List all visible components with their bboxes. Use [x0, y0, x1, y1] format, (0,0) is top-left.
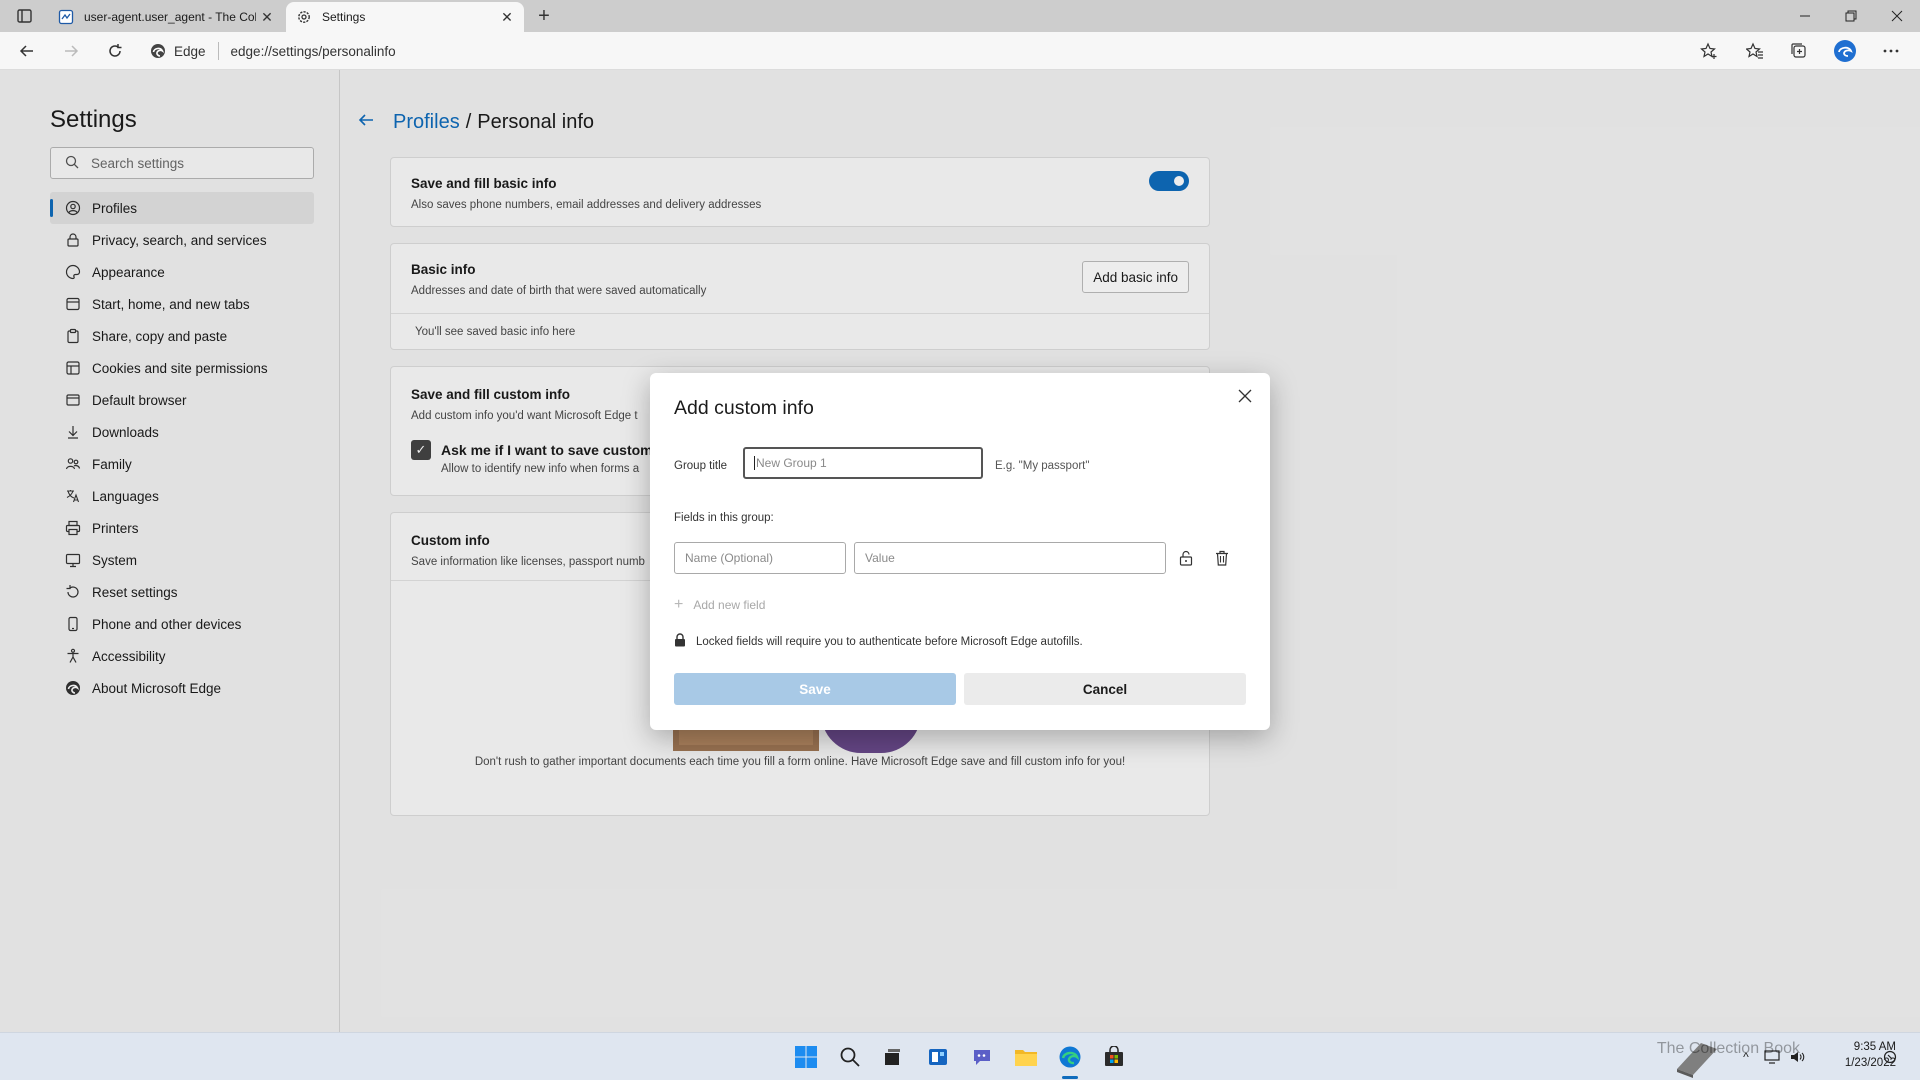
task-view-icon[interactable] [878, 1043, 906, 1071]
edge-taskbar-icon[interactable] [1056, 1043, 1084, 1071]
field-name-input[interactable]: Name (Optional) [674, 542, 846, 574]
favorites-icon[interactable] [1740, 37, 1770, 65]
close-tab-icon[interactable]: ✕ [256, 6, 278, 28]
document-favicon-icon [58, 9, 74, 25]
dialog-title: Add custom info [674, 397, 814, 419]
gear-favicon-icon [296, 9, 312, 25]
notifications-icon[interactable] [1880, 1047, 1900, 1067]
unlock-icon[interactable] [1174, 546, 1198, 570]
tab-user-agent[interactable]: user-agent.user_agent - The Coll ✕ [48, 2, 284, 32]
close-tab-icon[interactable]: ✕ [496, 6, 518, 28]
windows-start-icon[interactable] [792, 1043, 820, 1071]
add-custom-info-dialog: Add custom info Group title New Group 1 … [650, 373, 1270, 730]
profile-avatar-icon[interactable] [1830, 37, 1860, 65]
add-field-label: Add new field [693, 598, 766, 612]
widgets-icon[interactable] [924, 1043, 952, 1071]
add-favorite-icon[interactable] [1694, 37, 1724, 65]
windows-taskbar: ^ 9:35 AM 1/23/2022 [0, 1032, 1920, 1080]
store-icon[interactable] [1100, 1043, 1128, 1071]
close-window-icon[interactable] [1874, 0, 1920, 32]
add-new-field-button[interactable]: + Add new field [674, 596, 765, 614]
url-text: edge://settings/personalinfo [230, 43, 396, 59]
locked-fields-text: Locked fields will require you to authen… [696, 635, 1083, 648]
cancel-button[interactable]: Cancel [964, 673, 1246, 705]
save-button[interactable]: Save [674, 673, 956, 705]
chat-icon[interactable] [968, 1043, 996, 1071]
field-name-placeholder: Name (Optional) [685, 551, 774, 565]
refresh-icon[interactable] [100, 37, 130, 65]
group-title-label: Group title [674, 460, 728, 472]
edge-chip: Edge [150, 43, 206, 59]
search-icon[interactable] [836, 1043, 864, 1071]
browser-toolbar: Edge edge://settings/personalinfo [0, 32, 1920, 70]
address-separator [217, 42, 219, 60]
file-explorer-icon[interactable] [1012, 1043, 1040, 1071]
restore-icon[interactable] [1828, 0, 1874, 32]
close-icon[interactable] [1232, 383, 1258, 409]
back-arrow-icon[interactable] [12, 37, 42, 65]
text-caret [754, 456, 755, 470]
trash-icon[interactable] [1210, 546, 1234, 570]
field-value-input[interactable]: Value [854, 542, 1166, 574]
plus-icon: + [674, 596, 684, 613]
new-tab-plus-icon[interactable]: + [532, 5, 556, 27]
field-value-placeholder: Value [865, 551, 895, 565]
tab-actions-icon[interactable] [12, 7, 36, 25]
more-menu-icon[interactable] [1876, 37, 1906, 65]
minimize-icon[interactable] [1782, 0, 1828, 32]
edge-logo-icon [150, 43, 166, 59]
lock-icon [674, 633, 686, 650]
watermark-text: The Collection Book [1656, 1040, 1800, 1057]
fields-label: Fields in this group: [674, 512, 774, 524]
forward-arrow-icon[interactable] [56, 37, 86, 65]
group-title-hint: E.g. "My passport" [995, 460, 1090, 472]
tab-title: Settings [322, 10, 366, 24]
group-title-placeholder: New Group 1 [756, 456, 827, 470]
active-app-indicator [1062, 1076, 1078, 1079]
group-title-input[interactable]: New Group 1 [743, 447, 983, 479]
address-bar[interactable]: Edge edge://settings/personalinfo [150, 36, 1710, 66]
tab-title: user-agent.user_agent - The Coll [84, 10, 256, 24]
tab-strip: user-agent.user_agent - The Coll ✕ Setti… [0, 0, 1920, 32]
edge-chip-label: Edge [174, 43, 206, 59]
tab-settings[interactable]: Settings ✕ [286, 2, 524, 32]
collections-icon[interactable] [1784, 37, 1814, 65]
locked-fields-note: Locked fields will require you to authen… [674, 633, 1083, 650]
